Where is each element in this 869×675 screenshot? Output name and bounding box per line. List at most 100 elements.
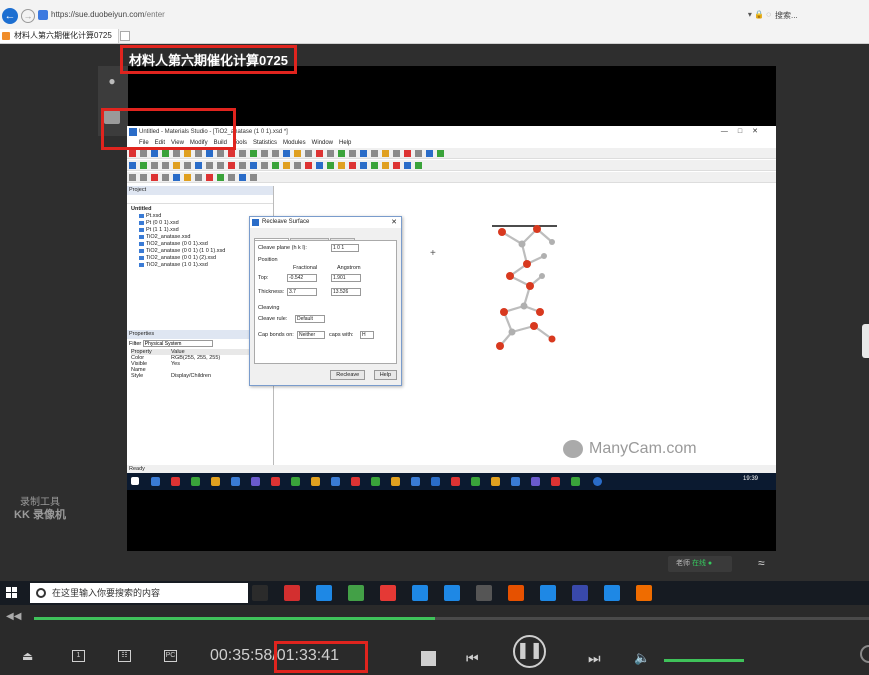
ms-toolbar-3[interactable] <box>127 172 776 183</box>
help-button[interactable]: Help <box>373 370 397 380</box>
remote-app-icon[interactable] <box>251 477 260 486</box>
baidu-netdisk-icon[interactable] <box>412 585 428 601</box>
cleave-plane-label: Cleave plane (h k l): <box>258 245 307 251</box>
browser-search[interactable]: 搜索... <box>775 10 798 21</box>
remote-app-icon[interactable] <box>231 477 240 486</box>
remote-app-icon[interactable] <box>491 477 500 486</box>
windows-start-icon[interactable] <box>6 587 17 598</box>
host-taskbar: 在这里输入你要搜索的内容 ▼ <box>0 581 869 605</box>
remote-app-icon[interactable] <box>531 477 540 486</box>
ms-status-bar: Ready <box>127 465 776 473</box>
remote-app-icon[interactable] <box>431 477 440 486</box>
volume-slider[interactable] <box>664 659 744 662</box>
position-label: Position <box>258 257 278 263</box>
thickness-angstrom-field[interactable]: 13.526 <box>331 288 361 296</box>
app-2-icon[interactable] <box>540 585 556 601</box>
rewind-icon[interactable]: ◀◀ <box>6 611 21 622</box>
microphone-icon[interactable]: ● <box>104 74 120 90</box>
teacher-online: 在线 <box>691 560 706 567</box>
recorder-line2: KK 录像机 <box>14 509 66 521</box>
weibo-icon[interactable] <box>380 585 396 601</box>
oxygen-atoms <box>496 225 556 350</box>
app-1-icon[interactable] <box>508 585 524 601</box>
back-arrow-icon[interactable]: ← <box>2 8 18 24</box>
remote-app-icon[interactable] <box>411 477 420 486</box>
cleave-plane-field[interactable]: 1 0 1 <box>331 244 359 252</box>
cap-with-select[interactable]: H <box>360 331 374 339</box>
recleave-button[interactable]: Recleave <box>330 370 366 380</box>
remote-app-icon[interactable] <box>271 477 280 486</box>
remote-app-icon[interactable] <box>311 477 320 486</box>
photos-icon[interactable] <box>572 585 588 601</box>
url-path: /enter <box>144 10 165 19</box>
remote-app-icon[interactable] <box>331 477 340 486</box>
remote-app-icon[interactable] <box>571 477 580 486</box>
previous-icon[interactable]: ⏮ <box>466 650 479 667</box>
cap-bonds-select[interactable]: Neither <box>297 331 325 339</box>
page-one-button[interactable]: 1 <box>72 650 85 662</box>
address-tools[interactable]: ▾ 🔒 ◌ <box>748 10 771 19</box>
side-handle[interactable] <box>862 324 869 358</box>
dialog-close-icon[interactable]: ✕ <box>391 217 397 228</box>
volume-icon[interactable]: 🔈 <box>634 650 650 666</box>
cleave-rule-select[interactable]: Default <box>295 315 325 323</box>
adobe-icon[interactable] <box>284 585 300 601</box>
molecule-viewer[interactable] <box>482 214 572 354</box>
remote-app-icon[interactable] <box>593 477 602 486</box>
project-toolbar[interactable] <box>127 195 273 204</box>
pc-mode-button[interactable]: PC <box>164 650 177 662</box>
remote-start-icon[interactable] <box>131 477 139 485</box>
remote-app-icon[interactable] <box>211 477 220 486</box>
skype-icon[interactable] <box>444 585 460 601</box>
remote-app-icon[interactable] <box>151 477 160 486</box>
remote-app-icon[interactable] <box>291 477 300 486</box>
pause-button[interactable]: ❚❚ <box>513 635 546 668</box>
eject-icon[interactable]: ⏏ <box>22 649 33 663</box>
remote-clock: 19:39 <box>742 476 758 482</box>
window-controls[interactable]: —□✕ <box>721 126 768 138</box>
teacher-label: 老师 <box>676 560 690 567</box>
remote-app-icon[interactable] <box>511 477 520 486</box>
tree-root[interactable]: Untitled <box>131 206 273 213</box>
top-fractional-field[interactable]: -0.542 <box>287 274 317 282</box>
menu-item-statistics[interactable]: Statistics <box>253 140 277 146</box>
file-explorer-icon[interactable] <box>316 585 332 601</box>
remote-app-icon[interactable] <box>371 477 380 486</box>
settings-icon[interactable] <box>860 645 869 663</box>
menu-item-modules[interactable]: Modules <box>283 140 306 146</box>
time-highlight-box <box>274 641 368 673</box>
remote-app-icon[interactable] <box>451 477 460 486</box>
ie-icon[interactable] <box>604 585 620 601</box>
thickness-fractional-field[interactable]: 3.7 <box>287 288 317 296</box>
taskbar-search-placeholder: 在这里输入你要搜索的内容 <box>52 588 161 598</box>
media-icon[interactable] <box>476 585 492 601</box>
address-bar[interactable]: https://sue.duobeiyun.com/enter <box>51 10 165 19</box>
remote-app-icon[interactable] <box>391 477 400 486</box>
tab-favicon-icon <box>2 32 10 40</box>
fractional-label: Fractional <box>293 265 318 271</box>
next-icon[interactable]: ⏭ <box>588 650 601 667</box>
filter-select[interactable]: Physical System <box>142 340 213 348</box>
ms-toolbar-2[interactable] <box>127 160 776 171</box>
progress-bar[interactable] <box>34 617 869 620</box>
top-angstrom-field[interactable]: 1.901 <box>331 274 361 282</box>
recorder-watermark: 录制工具 KK 录像机 <box>10 497 70 521</box>
menu-item-help[interactable]: Help <box>339 140 351 146</box>
menu-item-window[interactable]: Window <box>312 140 333 146</box>
recorder-icon[interactable] <box>636 585 652 601</box>
course-title: 材料人第六期催化计算0725 <box>120 45 297 74</box>
screen-mode-icon[interactable]: ☷ <box>118 650 131 662</box>
cap-bonds-label: Cap bonds on: <box>258 332 294 338</box>
remote-app-icon[interactable] <box>471 477 480 486</box>
stop-button[interactable] <box>421 651 436 666</box>
forward-arrow-icon[interactable]: → <box>21 9 35 23</box>
chrome-icon[interactable] <box>348 585 364 601</box>
remote-app-icon[interactable] <box>551 477 560 486</box>
remote-app-icon[interactable] <box>351 477 360 486</box>
browser-tab[interactable]: 材料人第六期催化计算0725 <box>0 29 119 43</box>
remote-app-icon[interactable] <box>171 477 180 486</box>
new-tab-button[interactable] <box>120 31 130 41</box>
remote-app-icon[interactable] <box>191 477 200 486</box>
taskbar-search-input[interactable]: 在这里输入你要搜索的内容 ▼ <box>30 583 265 603</box>
task-view-icon[interactable] <box>252 585 268 601</box>
